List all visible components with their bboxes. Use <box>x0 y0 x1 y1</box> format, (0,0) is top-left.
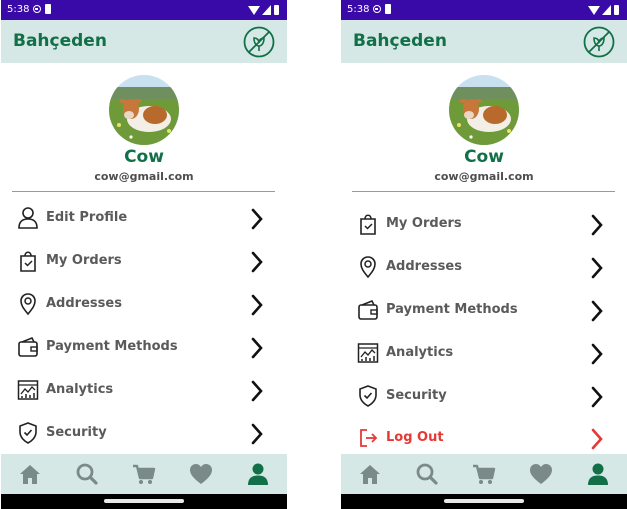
menu-item-analytics[interactable]: Analytics <box>341 334 627 374</box>
system-icons <box>588 4 622 16</box>
menu-item-my-orders[interactable]: My Orders <box>341 205 627 245</box>
menu-item-analytics[interactable]: Analytics <box>1 371 287 411</box>
wallet-icon <box>18 337 38 357</box>
chevron-right-icon <box>251 337 263 359</box>
app-bar: Bahçeden <box>341 20 627 63</box>
phone-screen-right: 5:38 Bahçeden Cow cow@gmail.com My Order… <box>341 0 627 509</box>
heart-icon[interactable] <box>528 462 554 486</box>
menu-item-label: Addresses <box>46 296 122 311</box>
home-icon[interactable] <box>17 462 43 486</box>
menu-item-log-out[interactable]: Log Out <box>341 419 627 459</box>
avatar[interactable] <box>109 75 179 145</box>
divider <box>12 191 275 192</box>
profile-header: Cow cow@gmail.com <box>1 63 287 193</box>
divider <box>352 191 615 192</box>
shield-check-icon <box>359 385 377 407</box>
cart-icon[interactable] <box>471 462 497 486</box>
menu-item-addresses[interactable]: Addresses <box>341 248 627 288</box>
menu-item-label: Security <box>46 425 107 440</box>
sim-card-icon <box>385 4 391 14</box>
chevron-right-icon <box>591 343 603 365</box>
sim-card-icon <box>45 4 51 14</box>
profile-email: cow@gmail.com <box>434 170 534 183</box>
dnd-icon <box>373 5 381 13</box>
dnd-icon <box>33 5 41 13</box>
chevron-right-icon <box>591 428 603 450</box>
heart-icon[interactable] <box>188 462 214 486</box>
battery-icon <box>274 5 279 15</box>
leaf-logo-icon[interactable] <box>243 26 275 58</box>
search-icon[interactable] <box>414 462 440 486</box>
bottom-nav <box>341 454 627 494</box>
home-icon[interactable] <box>357 462 383 486</box>
menu-item-label: My Orders <box>386 216 462 231</box>
system-icons <box>248 4 282 16</box>
menu-item-label: My Orders <box>46 253 122 268</box>
menu-item-payment-methods[interactable]: Payment Methods <box>1 328 287 368</box>
home-gesture-pill[interactable] <box>104 499 184 503</box>
chevron-right-icon <box>591 257 603 279</box>
logout-icon <box>360 429 378 447</box>
orders-bag-icon <box>20 251 36 272</box>
analytics-icon <box>357 343 379 363</box>
signal-icon <box>262 5 271 15</box>
chevron-right-icon <box>251 208 263 230</box>
location-pin-icon <box>360 256 376 279</box>
menu-item-label: Edit Profile <box>46 210 128 225</box>
menu-item-security[interactable]: Security <box>341 377 627 417</box>
menu-item-edit-profile[interactable]: Edit Profile <box>1 199 287 239</box>
chevron-right-icon <box>591 214 603 236</box>
menu-item-addresses[interactable]: Addresses <box>1 285 287 325</box>
profile-header: Cow cow@gmail.com <box>341 63 627 193</box>
menu-item-label: Security <box>386 388 447 403</box>
battery-icon <box>614 5 619 15</box>
status-time: 5:38 <box>347 4 370 15</box>
chevron-right-icon <box>251 294 263 316</box>
menu-item-label: Addresses <box>386 259 462 274</box>
chevron-right-icon <box>591 386 603 408</box>
shield-check-icon <box>19 422 37 444</box>
profile-name: Cow <box>464 147 504 167</box>
chevron-right-icon <box>251 251 263 273</box>
menu-item-label: Analytics <box>46 382 114 397</box>
leaf-logo-icon[interactable] <box>583 26 615 58</box>
avatar[interactable] <box>449 75 519 145</box>
system-home-bar <box>1 494 287 509</box>
orders-bag-icon <box>360 214 376 235</box>
wallet-icon <box>358 300 378 320</box>
wifi-icon <box>248 6 260 15</box>
wifi-icon <box>588 6 600 15</box>
app-title: Bahçeden <box>353 31 447 51</box>
app-bar: Bahçeden <box>1 20 287 63</box>
menu-item-label: Payment Methods <box>386 302 518 317</box>
signal-icon <box>602 5 611 15</box>
menu-item-label: Log Out <box>386 430 444 445</box>
profile-name: Cow <box>124 147 164 167</box>
menu-item-label: Payment Methods <box>46 339 178 354</box>
menu-item-my-orders[interactable]: My Orders <box>1 242 287 282</box>
profile-icon[interactable] <box>245 462 271 486</box>
home-gesture-pill[interactable] <box>444 499 524 503</box>
bottom-nav <box>1 454 287 494</box>
profile-email: cow@gmail.com <box>94 170 194 183</box>
app-title: Bahçeden <box>13 31 107 51</box>
profile-icon[interactable] <box>585 462 611 486</box>
chevron-right-icon <box>591 300 603 322</box>
status-bar: 5:38 <box>1 0 287 20</box>
cart-icon[interactable] <box>131 462 157 486</box>
menu-item-security[interactable]: Security <box>1 414 287 454</box>
search-icon[interactable] <box>74 462 100 486</box>
chevron-right-icon <box>251 423 263 445</box>
analytics-icon <box>17 380 39 400</box>
user-icon <box>18 207 38 229</box>
menu-item-payment-methods[interactable]: Payment Methods <box>341 291 627 331</box>
menu-item-label: Analytics <box>386 345 454 360</box>
chevron-right-icon <box>251 380 263 402</box>
status-time: 5:38 <box>7 4 30 15</box>
location-pin-icon <box>20 293 36 316</box>
phone-screen-left: 5:38 Bahçeden Cow cow@gmail.com Edit Pro… <box>1 0 287 509</box>
system-home-bar <box>341 494 627 509</box>
status-bar: 5:38 <box>341 0 627 20</box>
